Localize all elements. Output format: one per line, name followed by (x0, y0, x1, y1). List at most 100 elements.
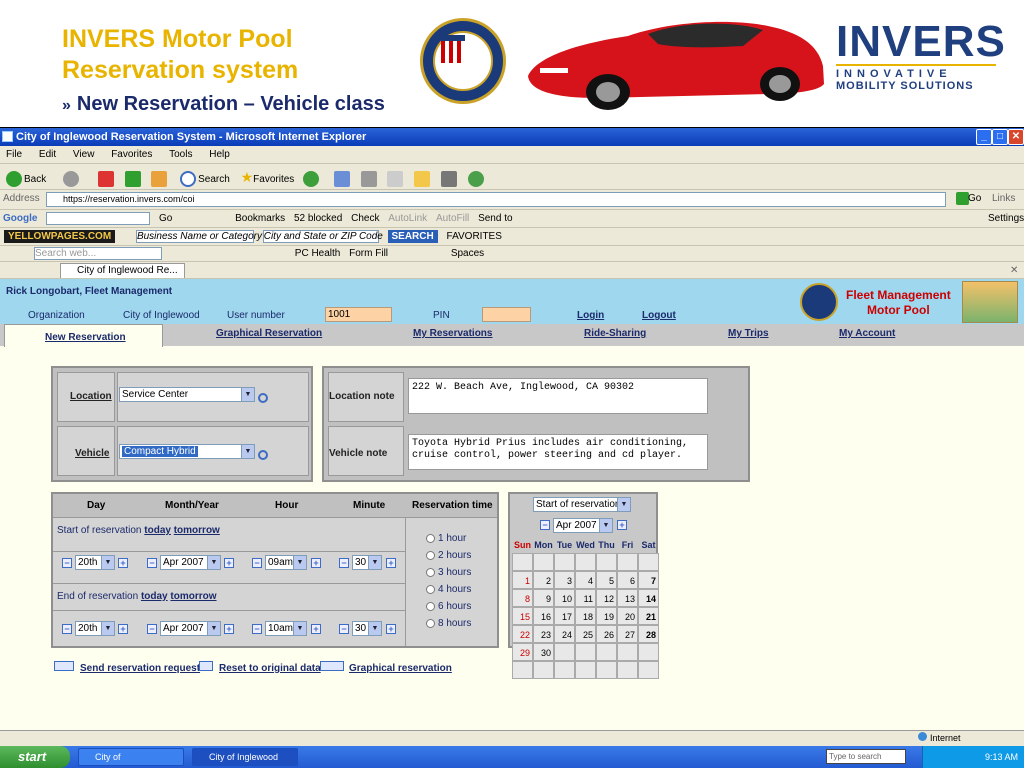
location-search-icon[interactable] (258, 393, 268, 403)
send-request-icon[interactable] (54, 661, 74, 671)
calendar-day[interactable]: 25 (575, 625, 596, 643)
yp-category-input[interactable]: Business Name or Category (135, 230, 262, 243)
spaces-button[interactable]: Spaces (451, 246, 484, 261)
end-month-minus-button[interactable]: − (147, 624, 157, 634)
tab-ride-sharing[interactable]: Ride-Sharing (584, 328, 646, 339)
calendar-day[interactable]: 7 (638, 571, 659, 589)
edit-icon[interactable] (387, 171, 404, 188)
home-icon[interactable] (151, 171, 168, 188)
location-note-text[interactable]: 222 W. Beach Ave, Inglewood, CA 90302 (408, 378, 708, 414)
chevron-down-icon[interactable]: ▼ (293, 622, 306, 635)
close-tab-icon[interactable]: ✕ (1010, 262, 1018, 278)
settings-button[interactable]: Settings (988, 210, 1024, 227)
calendar-day[interactable]: 4 (575, 571, 596, 589)
duration-radio-2h[interactable] (426, 551, 435, 560)
links-label[interactable]: Links (992, 190, 1015, 208)
start-hour-minus-button[interactable]: − (252, 558, 262, 568)
calendar-prev-month-button[interactable]: − (540, 520, 550, 530)
tab-new-reservation[interactable]: New Reservation (45, 332, 126, 343)
calendar-day[interactable]: 23 (533, 625, 554, 643)
user-number-input[interactable]: 1001 (325, 307, 392, 322)
back-button-label[interactable]: Back (24, 167, 46, 189)
end-tomorrow-link[interactable]: tomorrow (170, 591, 216, 602)
tab-my-reservations[interactable]: My Reservations (413, 328, 492, 339)
google-go-button[interactable]: Go (159, 210, 172, 227)
maximize-button[interactable]: □ (992, 129, 1008, 145)
minimize-button[interactable]: _ (976, 129, 992, 145)
graphical-reservation-icon[interactable] (320, 661, 344, 671)
end-today-link[interactable]: today (141, 591, 168, 602)
print-icon[interactable] (360, 171, 377, 188)
graphical-reservation-link[interactable]: Graphical reservation (349, 663, 452, 674)
autolink-button[interactable]: AutoLink (388, 210, 427, 227)
end-minute-plus-button[interactable]: + (386, 624, 396, 634)
close-button[interactable]: ✕ (1008, 129, 1024, 145)
spell-check-button[interactable]: Check (351, 210, 379, 227)
duration-radio-1h[interactable] (426, 534, 435, 543)
calendar-day[interactable]: 20 (617, 607, 638, 625)
duration-radio-8h[interactable] (426, 619, 435, 628)
start-month-minus-button[interactable]: − (147, 558, 157, 568)
back-arrow-icon[interactable] (6, 171, 22, 188)
vehicle-select[interactable]: Compact Hybrid ▼ (119, 444, 255, 459)
folder-icon[interactable] (414, 171, 431, 188)
popups-blocked[interactable]: 52 blocked (294, 210, 342, 227)
chevron-down-icon[interactable]: ▼ (101, 556, 114, 569)
end-day-select[interactable]: 20th ▼ (75, 621, 115, 636)
pin-input[interactable] (482, 307, 531, 322)
search-button-label[interactable]: Search (198, 167, 230, 189)
calendar-day[interactable]: 14 (638, 589, 659, 607)
end-day-plus-button[interactable]: + (118, 624, 128, 634)
chevron-down-icon[interactable]: ▼ (599, 519, 612, 532)
search-icon[interactable] (180, 171, 197, 188)
duration-radio-6h[interactable] (426, 602, 435, 611)
duration-radio-3h[interactable] (426, 568, 435, 577)
taskbar-item-1[interactable]: City of Inglewood_Re... (78, 748, 184, 778)
form-fill-button[interactable]: Form Fill (349, 246, 388, 261)
research-icon[interactable] (440, 171, 457, 188)
chevron-down-icon[interactable]: ▼ (617, 498, 630, 511)
calendar-day[interactable]: 11 (575, 589, 596, 607)
calendar-day[interactable]: 29 (512, 643, 533, 661)
calendar-day[interactable]: 30 (533, 643, 554, 661)
chevron-down-icon[interactable]: ▼ (207, 622, 220, 635)
start-tomorrow-link[interactable]: tomorrow (174, 525, 220, 536)
calendar-day[interactable]: 2 (533, 571, 554, 589)
calendar-day[interactable]: 28 (638, 625, 659, 643)
calendar-day[interactable]: 1 (512, 571, 533, 589)
logout-link[interactable]: Logout (642, 310, 676, 321)
forward-arrow-icon[interactable] (63, 171, 80, 188)
start-month-plus-button[interactable]: + (224, 558, 234, 568)
favorites-button-label[interactable]: Favorites (253, 167, 294, 189)
end-hour-select[interactable]: 10am ▼ (265, 621, 307, 636)
calendar-day[interactable]: 15 (512, 607, 533, 625)
calendar-mode-select[interactable]: Start of reservation ▼ (533, 497, 631, 512)
chevron-down-icon[interactable]: ▼ (368, 622, 381, 635)
end-minute-select[interactable]: 30 ▼ (352, 621, 382, 636)
calendar-day[interactable]: 17 (554, 607, 575, 625)
calendar-day[interactable]: 18 (575, 607, 596, 625)
chevron-down-icon[interactable]: ▼ (293, 556, 306, 569)
location-select[interactable]: Service Center ▼ (119, 387, 255, 402)
menu-edit[interactable]: Edit (39, 146, 56, 163)
start-day-select[interactable]: 20th ▼ (75, 555, 115, 570)
vehicle-label[interactable]: Vehicle (75, 448, 109, 459)
favorites-star-icon[interactable]: ★ (241, 164, 254, 189)
menu-view[interactable]: View (73, 146, 95, 163)
google-search-input[interactable] (46, 211, 151, 225)
start-button[interactable]: start (0, 746, 70, 768)
tab-my-trips[interactable]: My Trips (728, 328, 769, 339)
calendar-day[interactable]: 6 (617, 571, 638, 589)
go-button[interactable]: Go (968, 190, 981, 208)
pc-health-button[interactable]: PC Health (295, 246, 341, 261)
start-minute-plus-button[interactable]: + (386, 558, 396, 568)
end-month-select[interactable]: Apr 2007 ▼ (160, 621, 221, 636)
yp-favorites-button[interactable]: FAVORITES (447, 228, 502, 245)
vehicle-note-text[interactable]: Toyota Hybrid Prius includes air conditi… (408, 434, 708, 470)
calendar-month-select[interactable]: Apr 2007 ▼ (553, 518, 613, 533)
calendar-day[interactable]: 8 (512, 589, 533, 607)
calendar-day[interactable]: 24 (554, 625, 575, 643)
address-input[interactable]: https://reservation.invers.com/coi (46, 192, 946, 207)
messenger-icon[interactable] (467, 171, 484, 188)
chevron-down-icon[interactable]: ▼ (241, 445, 254, 458)
